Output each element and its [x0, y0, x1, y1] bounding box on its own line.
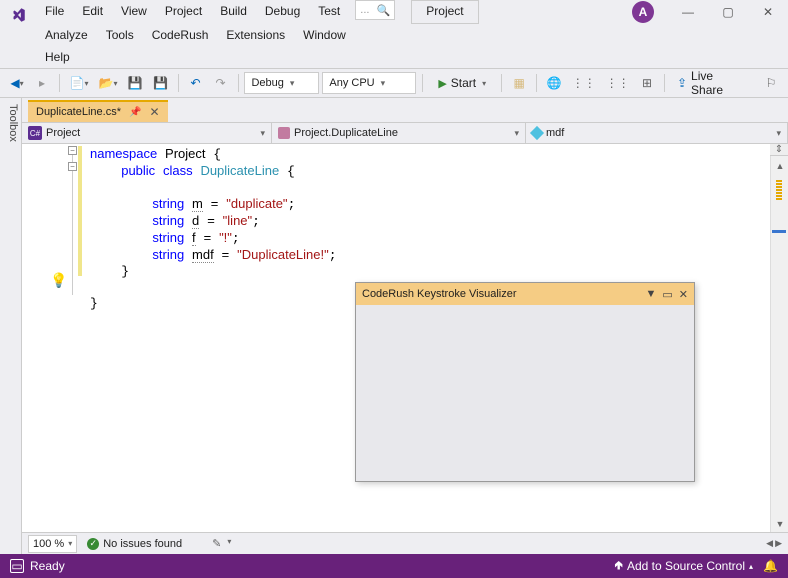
live-share-button[interactable]: ⇪Live Share [671, 69, 751, 97]
vertical-scrollbar[interactable]: ⇕ ▲ ▼ [770, 144, 788, 532]
main-toolbar: ◀▾ ▸ 📄▾ 📂▾ 💾 💾 ↶ ↷ Debug▾ Any CPU▾ ▶Star… [0, 68, 788, 98]
menu-help[interactable]: Help [36, 46, 79, 68]
toolbar-cr-1[interactable]: ⋮⋮ [568, 72, 599, 94]
close-tab-icon[interactable]: ✕ [149, 105, 159, 119]
share-icon: ⇪ [677, 76, 687, 90]
navigation-bar: C# Project▾ Project.DuplicateLine▾ mdf▾ [22, 122, 788, 144]
tab-title: DuplicateLine.cs* [36, 106, 121, 118]
keystroke-visualizer-window[interactable]: CodeRush Keystroke Visualizer ▼ ▭ ✕ [355, 282, 695, 482]
toolbar-cr-globe[interactable]: 🌐 [543, 72, 565, 94]
scroll-left-icon[interactable]: ◀ [766, 538, 773, 549]
issues-indicator[interactable]: ✓ No issues found [87, 538, 182, 550]
menu-tools[interactable]: Tools [97, 24, 143, 46]
toolbar-btn-a[interactable]: ▦ [508, 72, 530, 94]
nav-fwd-button[interactable]: ▸ [31, 72, 53, 94]
save-all-button[interactable]: 💾 [149, 72, 171, 94]
status-bar: ▭ Ready 🢁 Add to Source Control ▴ 🔔 [0, 554, 788, 578]
user-avatar[interactable]: A [632, 1, 654, 23]
config-combo[interactable]: Debug▾ [244, 72, 319, 94]
kv-titlebar[interactable]: CodeRush Keystroke Visualizer ▼ ▭ ✕ [356, 283, 694, 305]
change-indicator [78, 146, 82, 276]
editor-status-strip: 100 %▾ ✓ No issues found ✎▾ ◀ ▶ [22, 532, 788, 554]
outline-collapse-ns[interactable]: − [68, 146, 77, 155]
outline-collapse-class[interactable]: − [68, 162, 77, 171]
vs-logo-icon [2, 6, 34, 24]
menu-row-2: Analyze Tools CodeRush Extensions Window [36, 24, 788, 46]
scroll-right-icon[interactable]: ▶ [775, 538, 782, 549]
kv-title-text: CodeRush Keystroke Visualizer [362, 288, 516, 300]
kv-body [356, 305, 694, 481]
notifications-icon[interactable]: 🔔 [763, 559, 778, 573]
csharp-project-icon: C# [28, 126, 42, 140]
document-tab-duplicateline[interactable]: DuplicateLine.cs* 📌 ✕ [28, 100, 168, 122]
play-icon: ▶ [438, 77, 446, 90]
editor-margin: − − 💡 [22, 144, 86, 532]
add-source-control-button[interactable]: 🢁 Add to Source Control ▴ [614, 556, 753, 577]
lightbulb-icon[interactable]: 💡 [50, 272, 67, 289]
split-handle-icon[interactable]: ⇕ [770, 144, 788, 156]
status-ready: Ready [30, 559, 65, 573]
menu-analyze[interactable]: Analyze [36, 24, 97, 46]
nav-back-button[interactable]: ◀▾ [6, 72, 28, 94]
nav-scope-combo[interactable]: C# Project▾ [22, 123, 272, 143]
menu-build[interactable]: Build [211, 0, 256, 24]
open-file-button[interactable]: 📂▾ [95, 72, 121, 94]
toolbox-tab[interactable]: Toolbox [0, 98, 22, 554]
plus-icon: 🢁 [614, 556, 623, 577]
ok-check-icon: ✓ [87, 538, 99, 550]
caret-indicator [772, 230, 786, 233]
menu-coderush[interactable]: CodeRush [143, 24, 218, 46]
quick-launch-search[interactable]: ... 🔍 [355, 0, 395, 20]
menu-row-1: File Edit View Project Build Debug Test … [36, 0, 788, 24]
menu-test[interactable]: Test [309, 0, 349, 24]
start-debug-button[interactable]: ▶Start▾ [429, 72, 495, 94]
feedback-button[interactable]: ⚐ [760, 72, 782, 94]
menu-view[interactable]: View [112, 0, 156, 24]
menu-debug[interactable]: Debug [256, 0, 309, 24]
toolbar-cr-2[interactable]: ⋮⋮ [602, 72, 633, 94]
menu-extensions[interactable]: Extensions [217, 24, 294, 46]
kv-close-icon[interactable]: ✕ [679, 288, 688, 301]
pin-icon[interactable]: 📌 [129, 107, 141, 118]
nav-type-combo[interactable]: Project.DuplicateLine▾ [272, 123, 526, 143]
solution-selector-button[interactable]: Project [411, 0, 478, 24]
search-icon: 🔍 [377, 4, 391, 17]
menu-row-3: Help [36, 46, 788, 68]
minimize-button[interactable]: — [670, 0, 706, 24]
kv-dropdown-icon[interactable]: ▼ [645, 288, 656, 301]
toolbar-cr-3[interactable]: ⊞ [636, 72, 658, 94]
issue-nav[interactable]: ✎▾ [212, 537, 231, 550]
field-icon [530, 126, 544, 140]
class-icon [278, 127, 290, 139]
scrollbar-marks [776, 180, 782, 201]
save-button[interactable]: 💾 [124, 72, 146, 94]
scroll-down-icon[interactable]: ▼ [771, 516, 788, 532]
kv-maximize-icon[interactable]: ▭ [662, 288, 672, 301]
menu-project[interactable]: Project [156, 0, 211, 24]
document-tab-strip: DuplicateLine.cs* 📌 ✕ [22, 98, 788, 122]
undo-button[interactable]: ↶ [185, 72, 207, 94]
new-project-button[interactable]: 📄▾ [66, 72, 92, 94]
menu-file[interactable]: File [36, 0, 73, 24]
nav-member-combo[interactable]: mdf▾ [526, 123, 788, 143]
menu-window[interactable]: Window [294, 24, 355, 46]
redo-button[interactable]: ↷ [210, 72, 232, 94]
platform-combo[interactable]: Any CPU▾ [322, 72, 416, 94]
scroll-up-icon[interactable]: ▲ [771, 158, 788, 174]
zoom-combo[interactable]: 100 %▾ [28, 535, 77, 553]
menu-edit[interactable]: Edit [73, 0, 112, 24]
search-placeholder: ... [360, 4, 369, 16]
ready-icon: ▭ [10, 559, 24, 573]
maximize-button[interactable]: ▢ [710, 0, 746, 24]
close-window-button[interactable]: ✕ [750, 0, 786, 24]
